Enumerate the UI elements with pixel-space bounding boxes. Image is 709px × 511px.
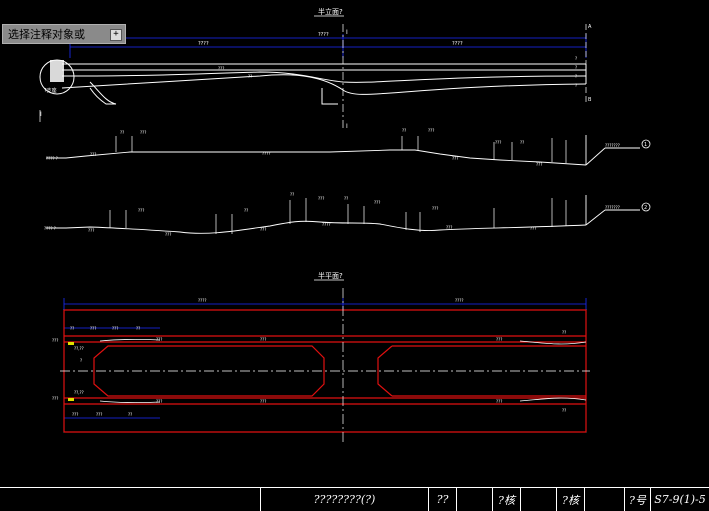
svg-text:????: ???? bbox=[322, 222, 331, 227]
title-block: ????????(?) ?? ?核 ?核 ?号 S7-9(1)-5 bbox=[0, 487, 709, 511]
svg-text:?: ? bbox=[80, 358, 82, 363]
plan-title: 半平面? bbox=[318, 271, 343, 280]
svg-text:???: ??? bbox=[260, 399, 266, 404]
svg-text:?: ? bbox=[575, 74, 577, 79]
svg-text:??: ?? bbox=[562, 330, 566, 335]
svg-text:??: ?? bbox=[520, 140, 524, 145]
title-block-cell-3: ?核 bbox=[556, 488, 584, 511]
title-block-blank bbox=[0, 488, 260, 511]
svg-text:???: ??? bbox=[495, 140, 501, 145]
svg-text:?: ? bbox=[575, 83, 577, 88]
profile-marker-1-text: 1 bbox=[644, 142, 647, 148]
girder-elevation bbox=[61, 63, 587, 105]
section-mark-top: I bbox=[346, 29, 348, 36]
svg-text:???? ?: ???? ? bbox=[46, 156, 58, 161]
profile-1 bbox=[46, 135, 640, 166]
svg-text:??: ?? bbox=[402, 128, 406, 133]
title-block-cell-1: ?? bbox=[428, 488, 456, 511]
svg-text:????: ???? bbox=[262, 151, 271, 156]
title-block-cell-4: ?号 bbox=[624, 488, 650, 511]
svg-text:???: ??? bbox=[96, 412, 102, 417]
profile-marker-2-text: 2 bbox=[644, 205, 647, 211]
svg-text:???? ?: ???? ? bbox=[44, 226, 56, 231]
cad-drawing-canvas[interactable]: 半立面? ???? ???? ???? I I A B ?支座 I ??? ??… bbox=[0, 0, 709, 511]
detail-label: ?支座 bbox=[44, 87, 57, 94]
svg-text:??: ?? bbox=[344, 196, 348, 201]
svg-text:?: ? bbox=[575, 65, 577, 70]
svg-text:????: ???? bbox=[452, 41, 463, 47]
axis-label-a: A bbox=[588, 24, 592, 30]
svg-text:???: ??? bbox=[218, 66, 224, 71]
svg-text:???: ??? bbox=[432, 206, 438, 211]
title-block-cell-1-value bbox=[456, 488, 492, 511]
elevation-title: 半立面? bbox=[318, 7, 343, 16]
svg-text:???: ??? bbox=[140, 130, 146, 135]
svg-text:?: ? bbox=[575, 56, 577, 61]
svg-text:????: ???? bbox=[198, 298, 207, 303]
annotation-flag-2 bbox=[68, 398, 74, 401]
title-block-cell-2: ?核 bbox=[492, 488, 520, 511]
title-block-drawing-name: ????????(?) bbox=[260, 488, 428, 511]
svg-text:??,??: ??,?? bbox=[74, 346, 84, 351]
profile-2-ticks bbox=[109, 198, 567, 234]
svg-text:??,??: ??,?? bbox=[74, 390, 84, 395]
svg-text:??: ?? bbox=[290, 192, 294, 197]
svg-text:???: ??? bbox=[428, 128, 434, 133]
svg-text:???: ??? bbox=[52, 396, 58, 401]
detail-block bbox=[50, 60, 64, 82]
svg-text:????: ???? bbox=[198, 41, 209, 47]
svg-text:???: ??? bbox=[90, 326, 96, 331]
svg-text:???????: ??????? bbox=[605, 143, 620, 148]
svg-text:???: ??? bbox=[530, 226, 536, 231]
svg-text:??: ?? bbox=[248, 74, 252, 79]
plan-dim-text: ???????? ?????????? ???????? bbox=[70, 298, 464, 417]
svg-text:???: ??? bbox=[374, 200, 380, 205]
svg-text:???: ??? bbox=[52, 338, 58, 343]
svg-text:??: ?? bbox=[136, 326, 140, 331]
profile-2 bbox=[46, 195, 640, 234]
svg-text:??: ?? bbox=[244, 208, 248, 213]
annotation-prompt-tooltip[interactable]: 选择注释对象或 + bbox=[2, 24, 126, 44]
svg-text:????: ???? bbox=[455, 298, 464, 303]
svg-text:???: ??? bbox=[72, 412, 78, 417]
svg-text:???: ??? bbox=[536, 162, 542, 167]
svg-text:???: ??? bbox=[446, 225, 452, 230]
axis-label-b: B bbox=[588, 97, 592, 103]
svg-text:??: ?? bbox=[70, 326, 74, 331]
profile-2-text: ???? ? ??? ??? ??? ???? ??? ??? ??????? … bbox=[44, 192, 620, 237]
svg-text:???: ??? bbox=[112, 326, 118, 331]
annotation-flag-1 bbox=[68, 342, 74, 345]
svg-text:????: ???? bbox=[318, 32, 329, 38]
title-block-cell-3-value bbox=[584, 488, 624, 511]
svg-text:??: ?? bbox=[128, 412, 132, 417]
svg-text:???: ??? bbox=[156, 399, 162, 404]
svg-text:???: ??? bbox=[138, 208, 144, 213]
svg-text:???: ??? bbox=[90, 152, 96, 157]
svg-text:???????: ??????? bbox=[605, 205, 620, 210]
elevation-dim-text: ???? ???? ???? bbox=[198, 32, 463, 47]
svg-text:??: ?? bbox=[562, 408, 566, 413]
svg-text:???: ??? bbox=[260, 227, 266, 232]
title-block-cell-2-value bbox=[520, 488, 556, 511]
plan-dimensions bbox=[63, 298, 587, 419]
svg-text:???: ??? bbox=[165, 232, 171, 237]
svg-text:??: ?? bbox=[120, 130, 124, 135]
svg-text:???: ??? bbox=[496, 399, 502, 404]
tooltip-text: 选择注释对象或 bbox=[8, 28, 85, 41]
svg-text:???: ??? bbox=[88, 228, 94, 233]
svg-text:???: ??? bbox=[260, 337, 266, 342]
title-block-drawing-number: S7-9(1)-5 bbox=[650, 488, 709, 511]
plus-icon[interactable]: + bbox=[110, 29, 122, 41]
svg-text:???: ??? bbox=[496, 337, 502, 342]
svg-text:???: ??? bbox=[156, 337, 162, 342]
svg-text:???: ??? bbox=[452, 156, 458, 161]
svg-text:???: ??? bbox=[318, 196, 324, 201]
section-mark-bottom: I bbox=[346, 123, 348, 130]
